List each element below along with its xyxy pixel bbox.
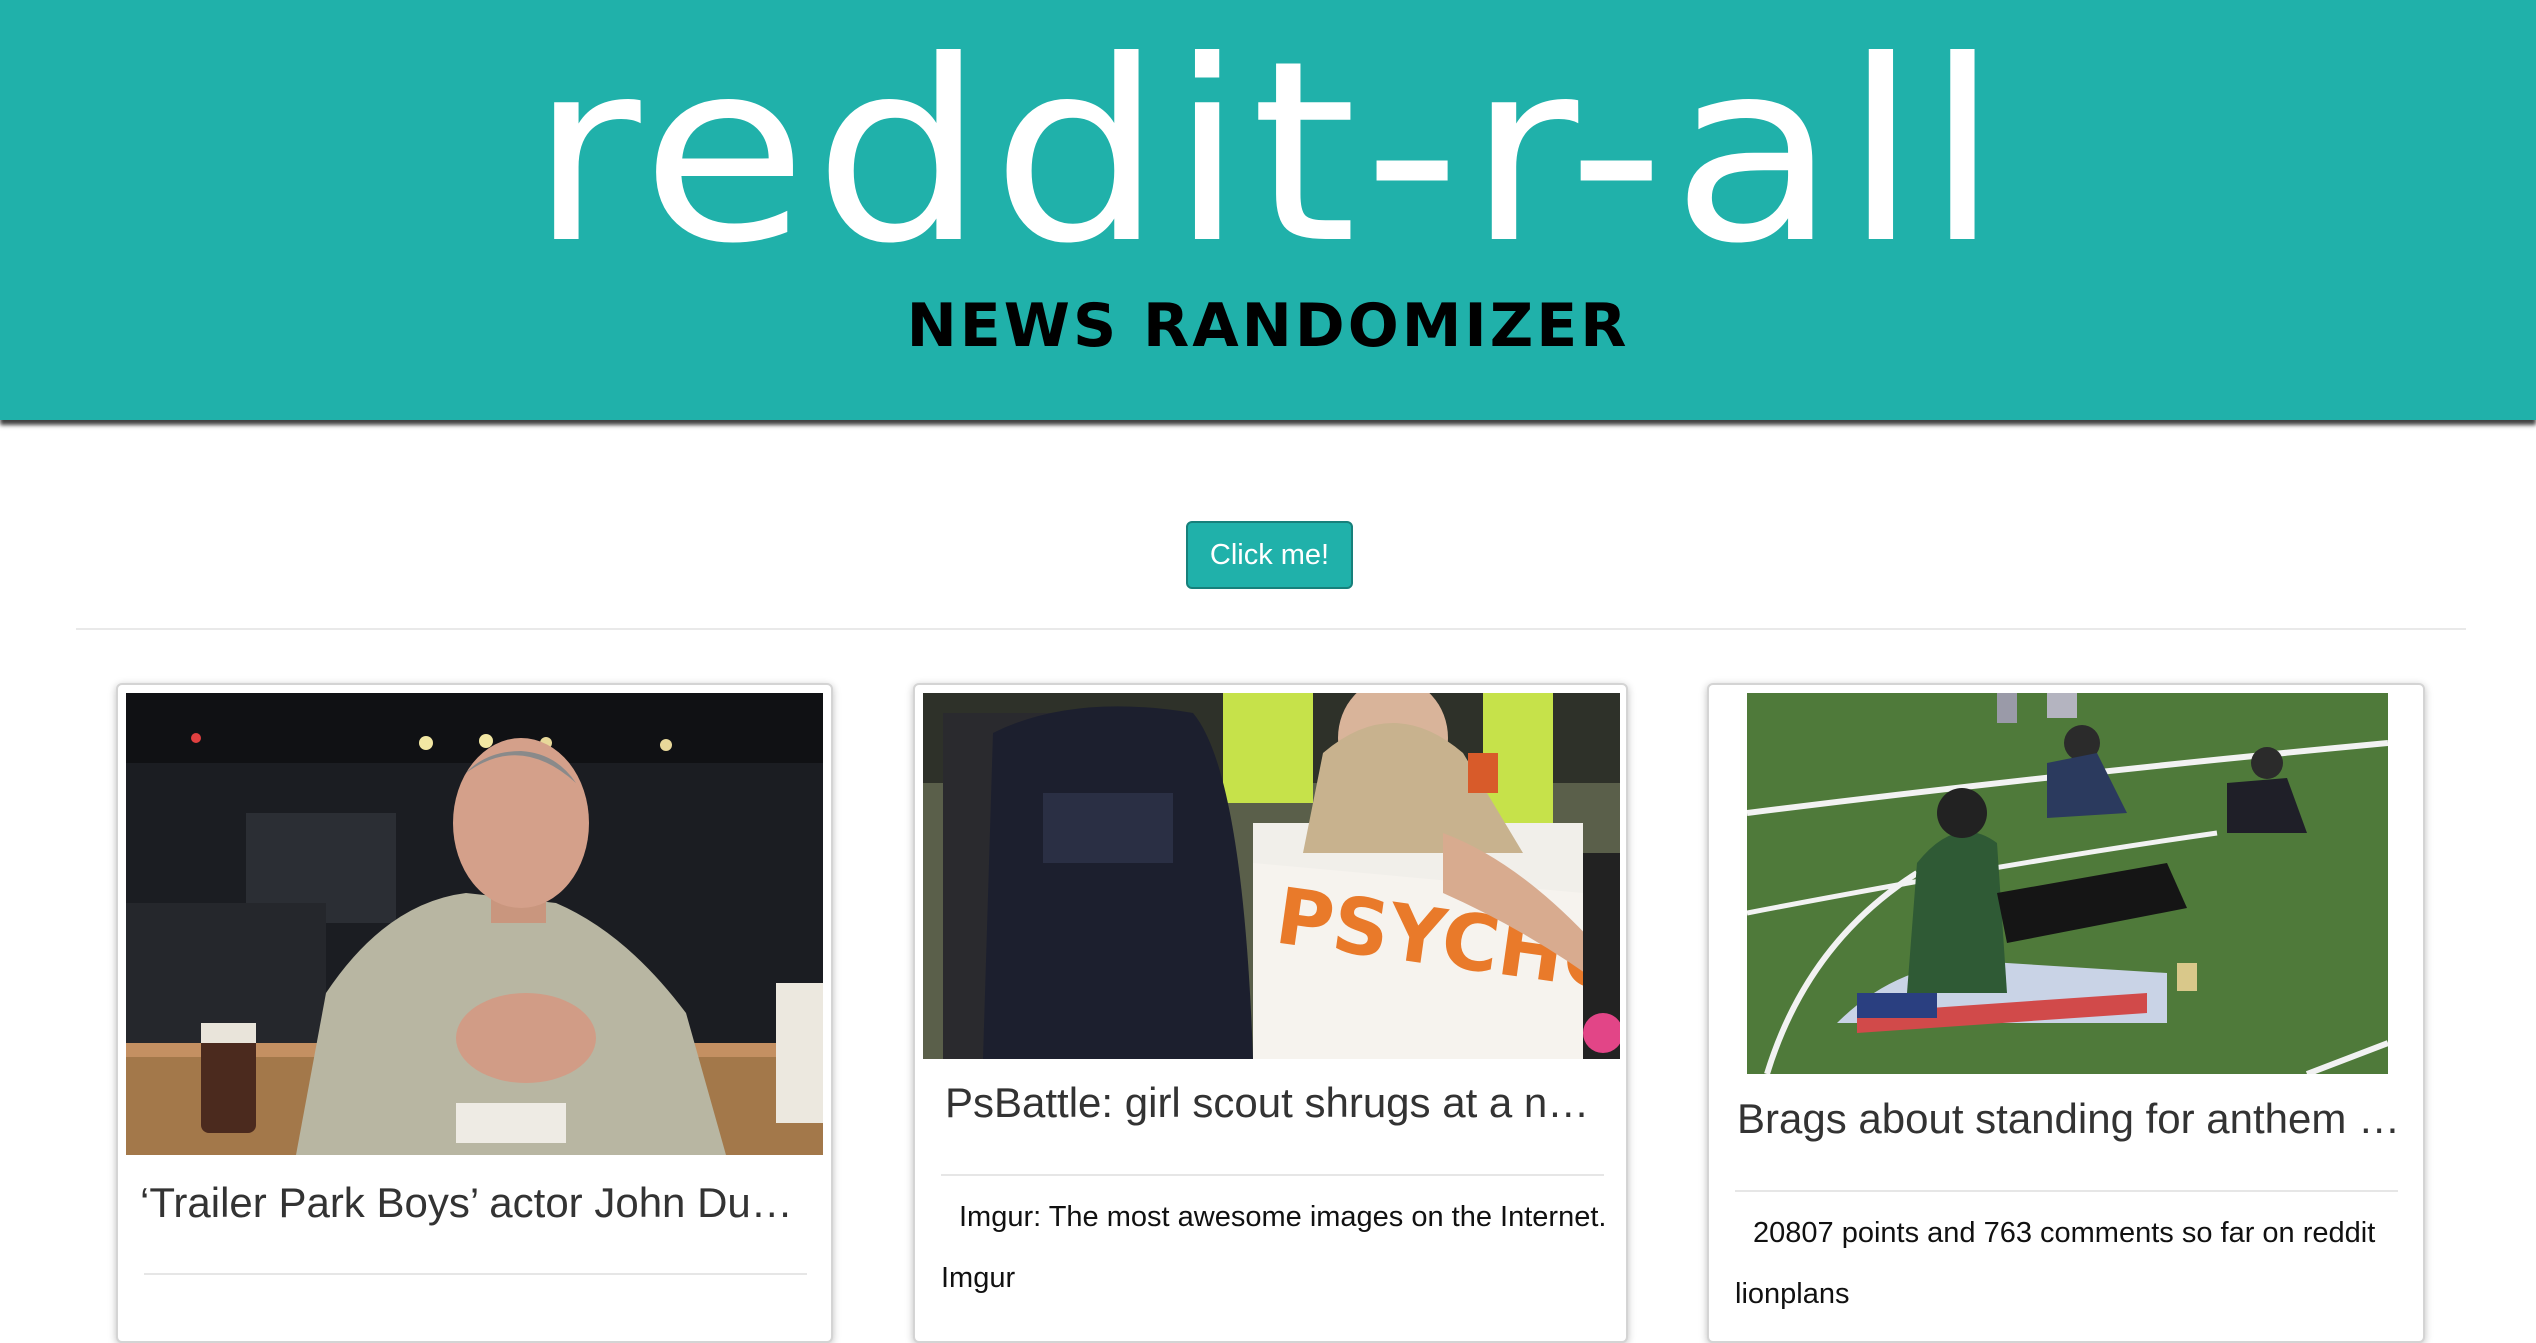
news-title[interactable]: PsBattle: girl scout shrugs at a neo-Naz… bbox=[945, 1077, 1605, 1129]
card-divider bbox=[941, 1174, 1604, 1176]
card-divider bbox=[144, 1273, 807, 1275]
card-divider bbox=[1735, 1190, 2398, 1192]
news-card[interactable]: PSYCHOVÁM PsBattle: girl scout shrugs at… bbox=[913, 683, 1628, 1343]
news-title[interactable]: ‘Trailer Park Boys’ actor John Dunsworth… bbox=[140, 1177, 810, 1229]
news-thumbnail[interactable]: PSYCHOVÁM bbox=[923, 693, 1620, 1059]
site-title: reddit-r-all bbox=[529, 7, 2007, 298]
news-description: 20807 points and 763 comments so far on … bbox=[1735, 1217, 2376, 1310]
section-divider bbox=[76, 628, 2466, 630]
site-header: reddit-r-all NEWS RANDOMIZER bbox=[0, 0, 2536, 420]
site-subtitle: NEWS RANDOMIZER bbox=[906, 291, 1630, 361]
news-thumbnail[interactable] bbox=[126, 693, 823, 1155]
news-title[interactable]: Brags about standing for anthem while si… bbox=[1737, 1093, 2407, 1145]
news-thumbnail[interactable] bbox=[1747, 693, 2388, 1074]
news-card[interactable]: ‘Trailer Park Boys’ actor John Dunsworth… bbox=[116, 683, 833, 1343]
randomize-button[interactable]: Click me! bbox=[1186, 521, 1353, 589]
news-card[interactable]: Brags about standing for anthem while si… bbox=[1707, 683, 2425, 1343]
news-description: Imgur: The most awesome images on the In… bbox=[941, 1201, 1607, 1294]
